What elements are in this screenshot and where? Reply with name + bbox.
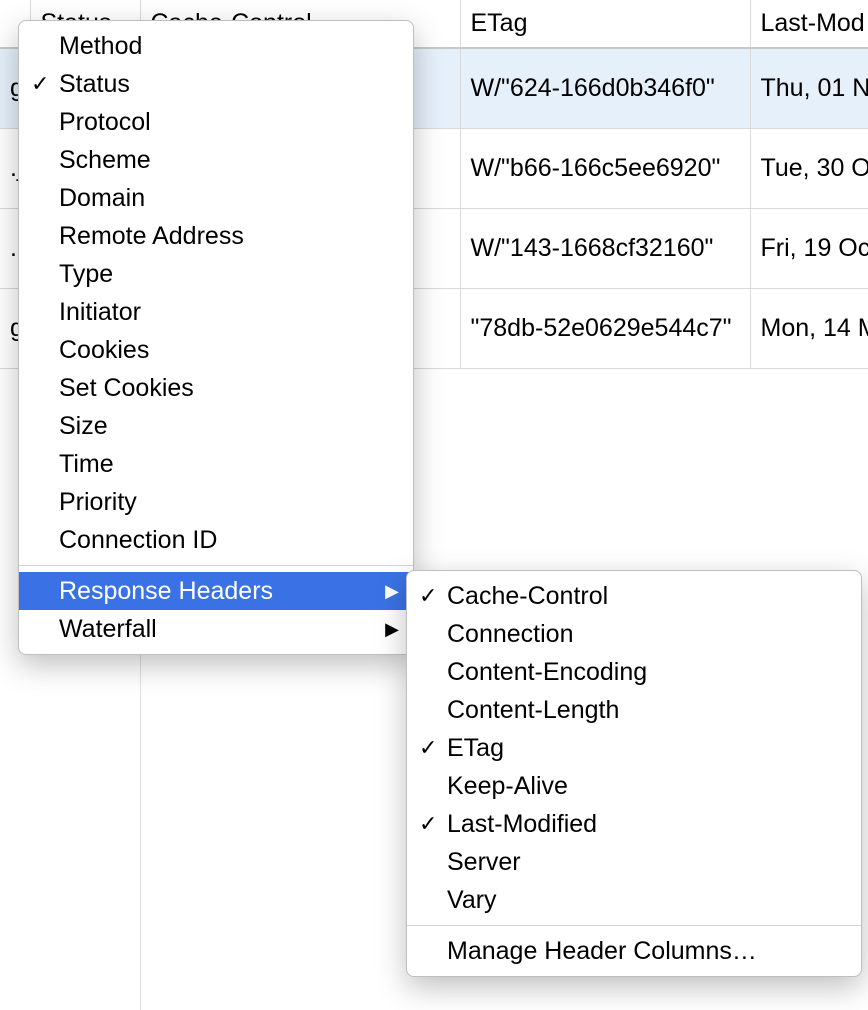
menu-item-cache-control[interactable]: ✓Cache-Control xyxy=(407,577,861,615)
menu-item-label: Remote Address xyxy=(59,222,399,251)
menu-item-label: Server xyxy=(447,848,839,877)
check-icon: ✓ xyxy=(419,583,447,609)
submenu-arrow-icon: ▶ xyxy=(377,581,399,602)
menu-item-label: Status xyxy=(59,70,399,99)
menu-item-scheme[interactable]: Scheme xyxy=(19,141,413,179)
check-icon: ✓ xyxy=(419,735,447,761)
column-context-menu: Method✓StatusProtocolSchemeDomainRemote … xyxy=(18,20,414,655)
menu-item-domain[interactable]: Domain xyxy=(19,179,413,217)
menu-item-label: Cookies xyxy=(59,336,399,365)
cell-last-modified: Tue, 30 O xyxy=(750,128,868,208)
menu-item-server[interactable]: Server xyxy=(407,843,861,881)
submenu-arrow-icon: ▶ xyxy=(377,619,399,640)
cell-etag: W/"b66-166c5ee6920" xyxy=(460,128,750,208)
menu-item-connection[interactable]: Connection xyxy=(407,615,861,653)
menu-item-label: Cache-Control xyxy=(447,582,839,611)
cell-etag: W/"624-166d0b346f0" xyxy=(460,48,750,128)
menu-item-label: Priority xyxy=(59,488,399,517)
menu-item-initiator[interactable]: Initiator xyxy=(19,293,413,331)
menu-item-label: Method xyxy=(59,32,399,61)
menu-item-waterfall[interactable]: Waterfall▶ xyxy=(19,610,413,648)
menu-item-label: Keep-Alive xyxy=(447,772,839,801)
menu-item-content-encoding[interactable]: Content-Encoding xyxy=(407,653,861,691)
menu-separator xyxy=(19,565,413,566)
menu-item-protocol[interactable]: Protocol xyxy=(19,103,413,141)
menu-item-response-headers[interactable]: Response Headers▶ xyxy=(19,572,413,610)
menu-item-set-cookies[interactable]: Set Cookies xyxy=(19,369,413,407)
menu-item-label: Domain xyxy=(59,184,399,213)
menu-item-label: Set Cookies xyxy=(59,374,399,403)
menu-item-etag[interactable]: ✓ETag xyxy=(407,729,861,767)
menu-item-label: Initiator xyxy=(59,298,399,327)
menu-item-label: Time xyxy=(59,450,399,479)
menu-item-time[interactable]: Time xyxy=(19,445,413,483)
menu-item-label: Scheme xyxy=(59,146,399,175)
menu-item-size[interactable]: Size xyxy=(19,407,413,445)
col-header-etag[interactable]: ETag xyxy=(460,0,750,48)
menu-separator xyxy=(407,925,861,926)
menu-item-label: Content-Length xyxy=(447,696,839,725)
menu-item-label: Protocol xyxy=(59,108,399,137)
menu-item-label: Response Headers xyxy=(59,577,377,606)
cell-last-modified: Fri, 19 Oc xyxy=(750,208,868,288)
menu-item-vary[interactable]: Vary xyxy=(407,881,861,919)
menu-item-manage-header-columns[interactable]: Manage Header Columns… xyxy=(407,932,861,970)
check-icon: ✓ xyxy=(419,811,447,837)
menu-item-label: Content-Encoding xyxy=(447,658,839,687)
cell-etag: "78db-52e0629e544c7" xyxy=(460,288,750,368)
menu-item-priority[interactable]: Priority xyxy=(19,483,413,521)
menu-item-label: ETag xyxy=(447,734,839,763)
menu-item-label: Size xyxy=(59,412,399,441)
cell-etag: W/"143-1668cf32160" xyxy=(460,208,750,288)
menu-item-method[interactable]: Method xyxy=(19,27,413,65)
check-icon: ✓ xyxy=(31,71,59,97)
cell-last-modified: Mon, 14 M xyxy=(750,288,868,368)
menu-item-label: Waterfall xyxy=(59,615,377,644)
menu-item-label: Last-Modified xyxy=(447,810,839,839)
menu-item-last-modified[interactable]: ✓Last-Modified xyxy=(407,805,861,843)
col-header-last-modified[interactable]: Last-Mod xyxy=(750,0,868,48)
menu-item-label: Vary xyxy=(447,886,839,915)
menu-item-label: Manage Header Columns… xyxy=(447,937,839,966)
response-headers-submenu: ✓Cache-ControlConnectionContent-Encoding… xyxy=(406,570,862,977)
menu-item-cookies[interactable]: Cookies xyxy=(19,331,413,369)
menu-item-content-length[interactable]: Content-Length xyxy=(407,691,861,729)
menu-item-type[interactable]: Type xyxy=(19,255,413,293)
menu-item-connection-id[interactable]: Connection ID xyxy=(19,521,413,559)
menu-item-remote-address[interactable]: Remote Address xyxy=(19,217,413,255)
cell-last-modified: Thu, 01 N xyxy=(750,48,868,128)
menu-item-status[interactable]: ✓Status xyxy=(19,65,413,103)
menu-item-label: Type xyxy=(59,260,399,289)
menu-item-keep-alive[interactable]: Keep-Alive xyxy=(407,767,861,805)
menu-item-label: Connection xyxy=(447,620,839,649)
menu-item-label: Connection ID xyxy=(59,526,399,555)
